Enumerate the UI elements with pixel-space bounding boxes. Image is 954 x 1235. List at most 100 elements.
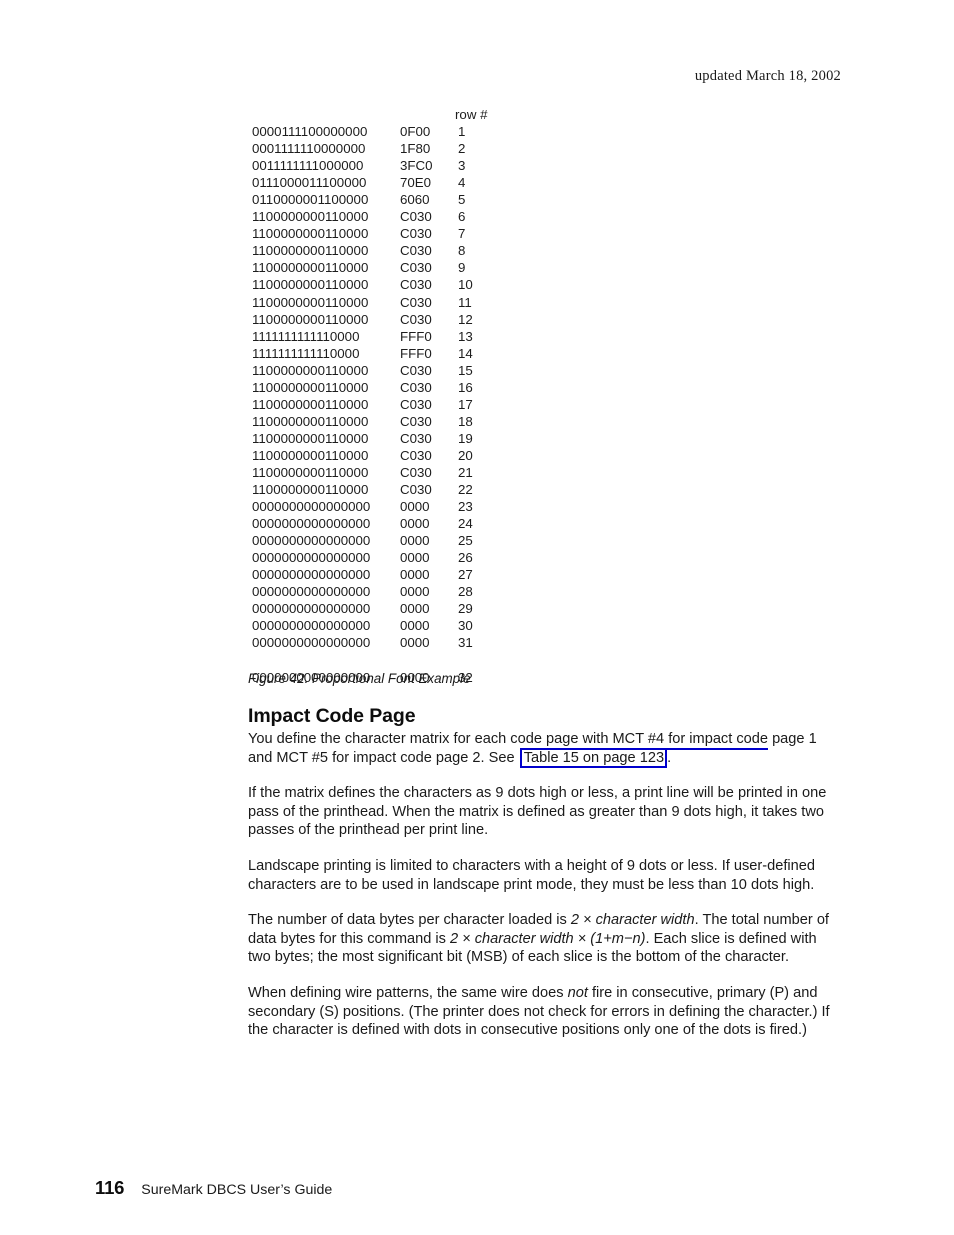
figure-cell-bits: 1100000000110000 <box>252 447 369 463</box>
figure-cell-hex: 0F00 <box>400 124 431 140</box>
figure-cell-hex: FFF0 <box>400 328 432 344</box>
figure-cell-bits: 1100000000110000 <box>252 379 369 395</box>
figure-cell-row-number: 27 <box>458 567 473 583</box>
figure-cell-hex: C030 <box>400 277 432 293</box>
figure-row: 1100000000110000 C030 9 <box>252 259 552 276</box>
figure-cell-hex: C030 <box>400 379 432 395</box>
figure-cell-row-number: 28 <box>458 584 473 600</box>
paragraph-4-italic-formula-2: 2 × character width × (1+m−n) <box>449 930 646 947</box>
figure-cell-hex: C030 <box>400 311 432 327</box>
figure-row: 1100000000110000 C030 22 <box>252 481 552 498</box>
figure-cell-row-number: 18 <box>458 413 473 429</box>
figure-cell-hex: 0000 <box>400 635 430 651</box>
figure-cell-row-number: 4 <box>458 175 466 191</box>
paragraph-data-bytes-per-character: The number of data bytes per character l… <box>248 911 838 967</box>
paragraph-impact-code-page-intro: You define the character matrix for each… <box>248 730 838 768</box>
paragraph-4-part-1: The number of data bytes per character l… <box>248 912 571 929</box>
figure-row: 0000000000000000 0000 24 <box>252 515 552 532</box>
figure-cell-row-number: 15 <box>458 362 473 378</box>
figure-cell-hex: 0000 <box>400 533 430 549</box>
figure-cell-hex: 0000 <box>400 550 430 566</box>
figure-column-headers: row # <box>252 106 552 123</box>
figure-row: 0000000000000000 0000 26 <box>252 549 552 566</box>
document-page: updated March 18, 2002 row # 00001111000… <box>0 0 954 1235</box>
figure-cell-hex: C030 <box>400 260 432 276</box>
figure-cell-hex: 3FC0 <box>400 158 433 174</box>
paragraph-1-trailing-text: . <box>667 749 672 766</box>
figure-row: 0111000011100000 70E0 4 <box>252 174 552 191</box>
figure-caption: Figure 42. Proportional Font Example <box>248 671 471 686</box>
figure-cell-bits: 0000000000000000 <box>252 567 371 583</box>
figure-cell-hex: C030 <box>400 396 432 412</box>
figure-row: 1100000000110000 C030 11 <box>252 294 552 311</box>
figure-row: 1100000000110000 C030 17 <box>252 396 552 413</box>
body-text-column: Impact Code Page You define the characte… <box>248 705 838 1040</box>
figure-cell-row-number: 12 <box>458 311 473 327</box>
figure-row: 0110000001100000 6060 5 <box>252 191 552 208</box>
figure-row: 0000000000000000 0000 29 <box>252 600 552 617</box>
figure-row: 1100000000110000 C030 10 <box>252 276 552 293</box>
paragraph-1-lead-text: You define the character matrix for each… <box>248 731 563 747</box>
figure-cell-bits: 1100000000110000 <box>252 430 369 446</box>
paragraph-5-part-1: When defining wire patterns, the same wi… <box>248 984 568 1001</box>
figure-cell-bits: 0011111111000000 <box>252 158 364 174</box>
figure-cell-row-number: 14 <box>458 345 473 361</box>
figure-cell-hex: FFF0 <box>400 345 432 361</box>
figure-cell-bits: 0000000000000000 <box>252 533 371 549</box>
figure-cell-bits: 1111111111110000 <box>252 328 360 344</box>
figure-cell-bits: 1100000000110000 <box>252 226 369 242</box>
figure-row: 1100000000110000 C030 20 <box>252 447 552 464</box>
figure-cell-bits: 0110000001100000 <box>252 192 369 208</box>
figure-cell-bits: 1100000000110000 <box>252 294 369 310</box>
figure-cell-row-number: 8 <box>458 243 466 259</box>
figure-row: 1100000000110000 C030 6 <box>252 208 552 225</box>
figure-cell-bits: 0000111100000000 <box>252 124 368 140</box>
figure-cell-bits: 1100000000110000 <box>252 277 369 293</box>
figure-cell-hex: C030 <box>400 464 432 480</box>
figure-cell-hex: 0000 <box>400 567 430 583</box>
figure-cell-row-number: 1 <box>458 124 466 140</box>
figure-row: 1100000000110000 C030 15 <box>252 362 552 379</box>
figure-cell-row-number: 2 <box>458 141 466 157</box>
figure-row: 0000000000000000 0000 31 <box>252 634 552 651</box>
figure-row: 1100000000110000 C030 12 <box>252 311 552 328</box>
figure-row: 0000000000000000 0000 30 <box>252 617 552 634</box>
figure-cell-row-number: 3 <box>458 158 466 174</box>
figure-cell-row-number: 25 <box>458 533 473 549</box>
figure-row: 0011111111000000 3FC0 3 <box>252 157 552 174</box>
figure-cell-row-number: 6 <box>458 209 466 225</box>
cross-reference-link-table-15[interactable]: Table 15 on page 123 <box>519 747 668 768</box>
page-header-revision-note: updated March 18, 2002 <box>694 68 841 84</box>
figure-cell-hex: C030 <box>400 482 432 498</box>
figure-cell-row-number: 5 <box>458 192 466 208</box>
figure-cell-bits: 1100000000110000 <box>252 362 369 378</box>
figure-row: 0000000000000000 0000 27 <box>252 566 552 583</box>
paragraph-5-italic-not: not <box>567 984 588 1001</box>
figure-cell-bits: 0000000000000000 <box>252 635 371 651</box>
figure-cell-bits: 0000000000000000 <box>252 516 371 532</box>
figure-cell-hex: C030 <box>400 209 432 225</box>
figure-cell-row-number: 23 <box>458 499 473 515</box>
figure-cell-row-number: 19 <box>458 430 473 446</box>
figure-cell-hex: 0000 <box>400 499 430 515</box>
figure-row: 0001111110000000 1F80 2 <box>252 140 552 157</box>
figure-cell-row-number: 11 <box>458 294 472 310</box>
page-footer: 116 SureMark DBCS User’s Guide <box>95 1177 332 1199</box>
figure-cell-hex: C030 <box>400 243 432 259</box>
column-header-hex <box>400 106 455 123</box>
figure-cell-bits: 1100000000110000 <box>252 209 369 225</box>
figure-cell-row-number: 17 <box>458 396 473 412</box>
figure-row: 1111111111110000 FFF0 14 <box>252 345 552 362</box>
figure-cell-row-number: 16 <box>458 379 473 395</box>
figure-cell-row-number: 9 <box>458 260 466 276</box>
figure-row: 1100000000110000 C030 16 <box>252 379 552 396</box>
figure-cell-hex: C030 <box>400 413 432 429</box>
figure-cell-hex: 1F80 <box>400 141 431 157</box>
paragraph-wire-patterns: When defining wire patterns, the same wi… <box>248 984 838 1040</box>
figure-cell-hex: 0000 <box>400 584 430 600</box>
paragraph-matrix-height-passes: If the matrix defines the characters as … <box>248 785 827 839</box>
figure-bit-pattern-table: row # 0000111100000000 0F00 1 0001111110000… <box>252 106 552 686</box>
figure-row: 1100000000110000 C030 21 <box>252 464 552 481</box>
figure-cell-row-number: 20 <box>458 447 473 463</box>
figure-cell-row-number: 26 <box>458 550 473 566</box>
